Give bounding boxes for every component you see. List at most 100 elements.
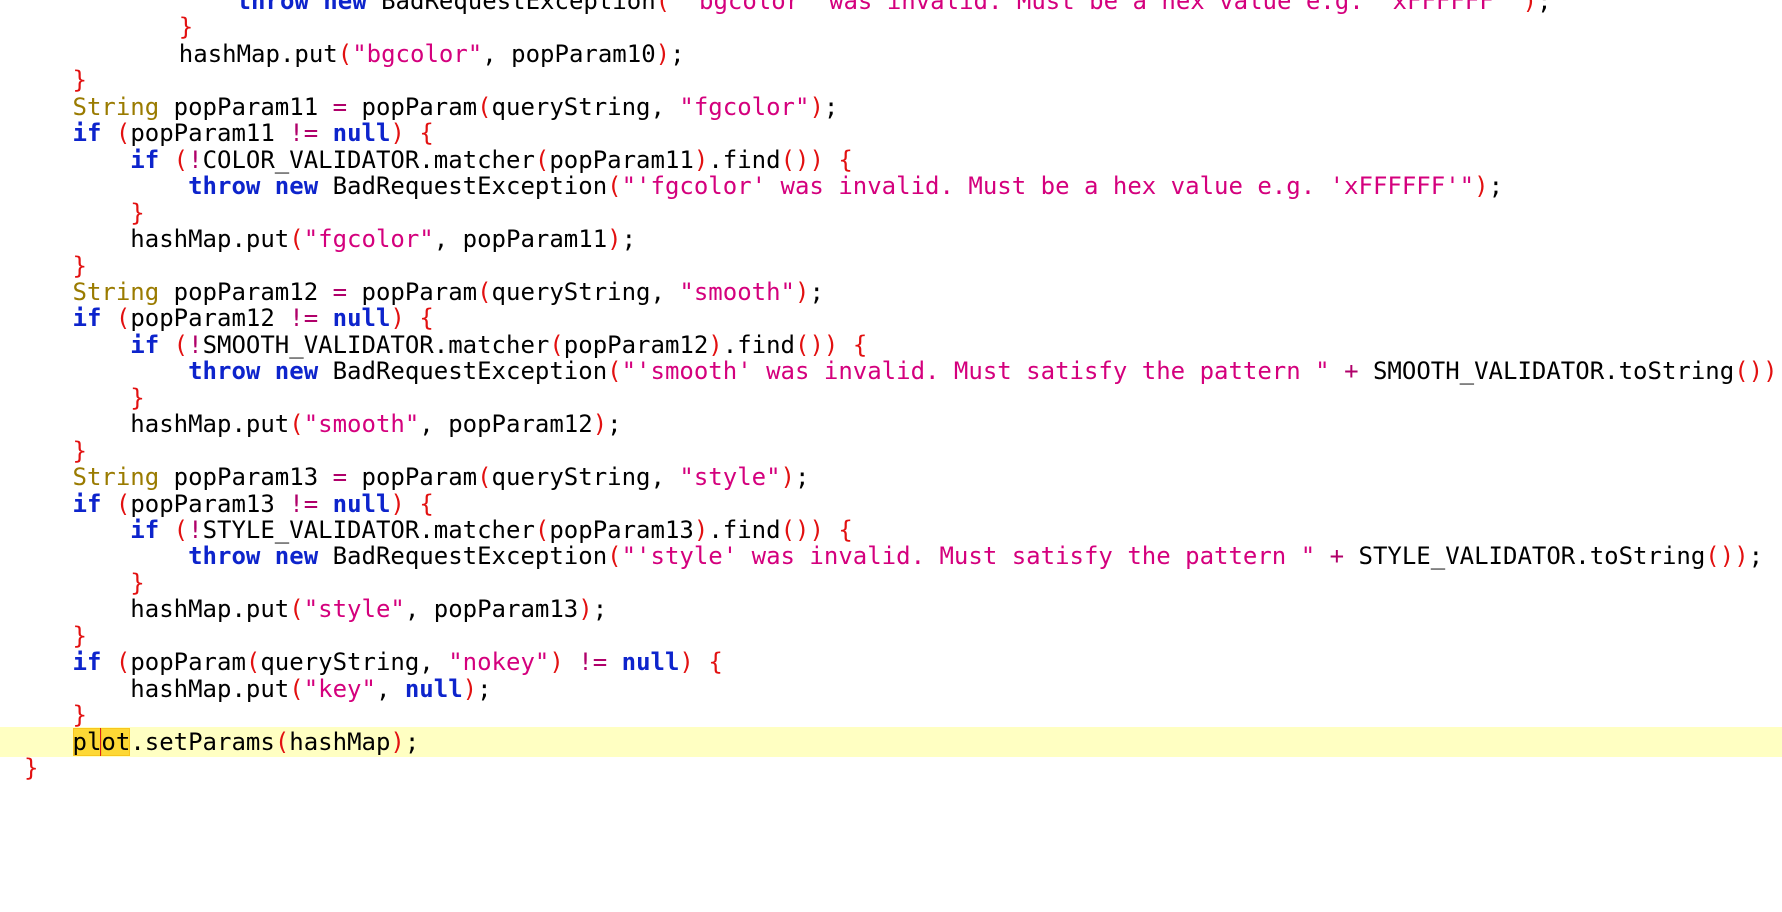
code-token: if (130, 516, 160, 544)
code-token: if (72, 304, 102, 333)
code-token: "fgcolor" (679, 92, 810, 121)
code-editor[interactable]: throw new BadRequestException("'bgcolor'… (0, 0, 1782, 912)
code-token: queryString, (260, 648, 449, 677)
code-token: "smooth" (679, 277, 795, 306)
code-token: ; (404, 727, 420, 756)
code-token: ) (809, 145, 824, 174)
code-token: ( (477, 463, 492, 492)
code-token: { (852, 330, 868, 359)
code-token: { (838, 516, 853, 544)
code-token: ( (477, 277, 492, 306)
code-token: () (795, 330, 824, 359)
code-token: if (72, 119, 102, 148)
code-token: SMOOTH_VALIDATOR.toString (1358, 357, 1735, 386)
code-token: ) (390, 304, 405, 333)
code-token: { (838, 145, 853, 174)
code-token: popParam (347, 92, 478, 121)
code-token: ; (795, 463, 810, 492)
code-token: ! (188, 145, 203, 174)
code-token: , popParam11 (433, 225, 608, 254)
code-token: } (72, 701, 87, 730)
code-token: ) (693, 145, 709, 174)
code-token: ( (115, 119, 131, 148)
code-token: null (332, 489, 391, 518)
code-token: .setParams (130, 727, 275, 756)
code-token: { (419, 119, 434, 148)
code-token: } (130, 198, 145, 227)
code-token: popParam (130, 648, 246, 677)
code-token: ( (477, 92, 492, 121)
code-token: ) (549, 648, 564, 677)
code-token: .find (708, 516, 781, 544)
code-token: new (274, 172, 319, 201)
code-token: SMOOTH_VALIDATOR.matcher (202, 330, 550, 359)
code-token: String (72, 92, 160, 121)
code-token: queryString, (491, 463, 680, 492)
code-token: ( (274, 727, 290, 756)
code-token: ) (592, 410, 608, 439)
code-token: , (375, 674, 405, 703)
code-token: popParam (347, 277, 478, 306)
code-token: { (419, 489, 434, 518)
code-token: popParam12 (159, 277, 333, 306)
code-token: } (72, 251, 87, 280)
code-line[interactable]: } (0, 753, 1782, 783)
code-token: popParam12 (130, 304, 290, 333)
code-token: if (130, 145, 160, 174)
code-token: queryString, (491, 277, 680, 306)
code-token: = (332, 463, 348, 492)
code-token: ) (607, 225, 622, 254)
code-token: "'fgcolor' was invalid. Must be a hex va… (621, 172, 1475, 201)
code-token: STYLE_VALIDATOR.matcher (202, 516, 535, 544)
code-token: "fgcolor" (303, 225, 434, 254)
code-token: STYLE_VALIDATOR.toString (1344, 542, 1706, 571)
code-token: ; (607, 410, 622, 439)
code-token: ) (390, 119, 405, 148)
code-token: ! (188, 330, 203, 359)
code-token: ; (621, 225, 637, 254)
code-token: queryString, (491, 92, 680, 121)
code-token: ) (1474, 172, 1489, 201)
code-token: throw (188, 542, 261, 571)
code-token: { (708, 648, 723, 677)
code-token: ) (655, 39, 671, 68)
code-token: ( (173, 330, 189, 359)
code-token: null (332, 304, 391, 333)
code-token: = (332, 92, 348, 121)
code-token: } (72, 621, 87, 650)
code-token: ) (809, 92, 824, 121)
code-token: != (289, 489, 319, 518)
code-token: ; (1748, 542, 1764, 571)
code-token: ; (592, 595, 608, 624)
code-token: { (419, 304, 434, 333)
code-token: popParam13 (159, 463, 333, 492)
code-token: ()) (1734, 357, 1778, 386)
code-token: } (130, 568, 145, 597)
code-token: ( (289, 674, 304, 703)
code-token: = (332, 277, 348, 306)
code-token: hashMap.put (72, 410, 290, 439)
code-token: ) (578, 595, 593, 624)
code-token: ) (794, 277, 810, 306)
code-token: null (404, 674, 463, 703)
code-token: ( (607, 172, 622, 201)
code-token: popParam11 (549, 145, 694, 174)
code-token: if (72, 648, 102, 677)
code-token: BadRequestException (318, 172, 608, 201)
code-token: "'smooth' was invalid. Must satisfy the … (621, 357, 1330, 386)
code-token: BadRequestException (318, 357, 608, 386)
search-match-highlight: pl (72, 727, 102, 756)
code-token: () (780, 516, 810, 544)
code-token: ; (670, 39, 685, 68)
